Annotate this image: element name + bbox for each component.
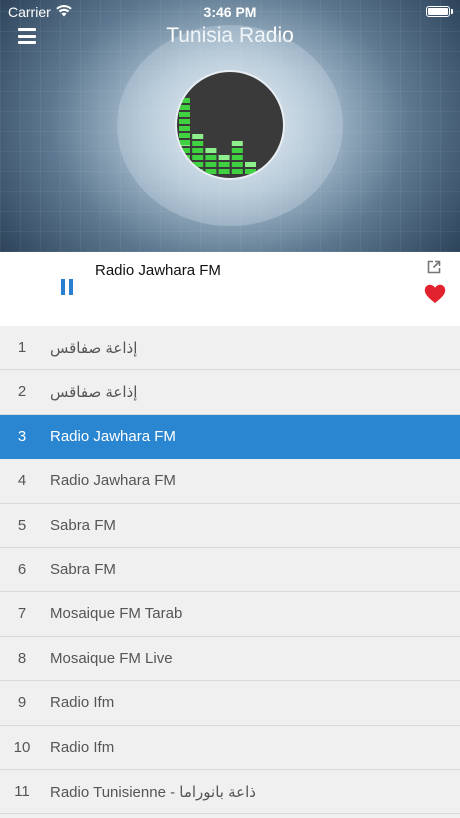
- station-row[interactable]: 6 Sabra FM: [0, 547, 460, 593]
- station-name: Mosaique FM Live: [50, 649, 173, 667]
- station-row[interactable]: 7 Mosaique FM Tarab: [0, 592, 460, 637]
- battery-icon: [426, 6, 453, 17]
- station-name: Mosaique FM Tarab: [50, 605, 183, 623]
- station-row[interactable]: 9 Radio Ifm: [0, 681, 460, 726]
- station-row[interactable]: 2 إذاعة صفاقس: [0, 370, 460, 415]
- station-row[interactable]: 4 Radio Jawhara FM: [0, 459, 460, 504]
- station-name: إذاعة صفاقس: [50, 384, 138, 402]
- station-number: 10: [13, 738, 31, 756]
- station-number: 11: [14, 782, 30, 800]
- station-list: 1 إذاعة صفاقس 2 إذاعة صفاقس 3 Radio Jawhara F…: [0, 326, 460, 815]
- station-name: Radio Tunisienne - ذاعة بانوراما: [50, 783, 256, 801]
- station-row[interactable]: 10 Radio Ifm: [0, 725, 460, 770]
- station-number: 3: [17, 427, 27, 445]
- station-row[interactable]: 1 إذاعة صفاقس: [0, 326, 460, 371]
- station-number: 2: [17, 383, 27, 401]
- station-name: Radio Jawhara FM: [50, 472, 176, 490]
- share-icon[interactable]: [427, 260, 441, 274]
- hero-banner: Carrier 3:46 PM Tunisia Radio: [0, 0, 460, 252]
- station-name: Sabra FM: [50, 560, 116, 578]
- station-number: 9: [17, 694, 27, 712]
- station-number: 6: [17, 560, 27, 578]
- station-number: 4: [17, 472, 27, 490]
- station-name: Radio Ifm: [50, 738, 115, 756]
- station-name: Sabra FM: [50, 516, 116, 534]
- station-name: Radio Ifm: [50, 694, 115, 712]
- station-row[interactable]: 11 Radio Tunisienne - ذاعة بانوراما: [0, 769, 460, 815]
- station-number: 7: [17, 605, 27, 623]
- status-bar: Carrier 3:46 PM: [0, 0, 460, 24]
- pause-icon[interactable]: [59, 279, 75, 295]
- status-time: 3:46 PM: [203, 4, 257, 20]
- station-number: 5: [17, 516, 27, 534]
- station-number: 8: [17, 649, 27, 667]
- station-name: Radio Jawhara FM: [50, 427, 176, 445]
- station-row[interactable]: 5 Sabra FM: [0, 503, 460, 548]
- heart-icon[interactable]: [424, 284, 446, 304]
- now-playing-title: Radio Jawhara FM: [95, 262, 221, 279]
- station-number: 1: [17, 339, 27, 356]
- station-row[interactable]: 3 Radio Jawhara FM: [0, 414, 460, 460]
- station-row[interactable]: 8 Mosaique FM Live: [0, 636, 460, 682]
- station-artwork-equalizer-icon: [175, 70, 285, 180]
- station-name: إذاعة صفاقس: [50, 340, 138, 357]
